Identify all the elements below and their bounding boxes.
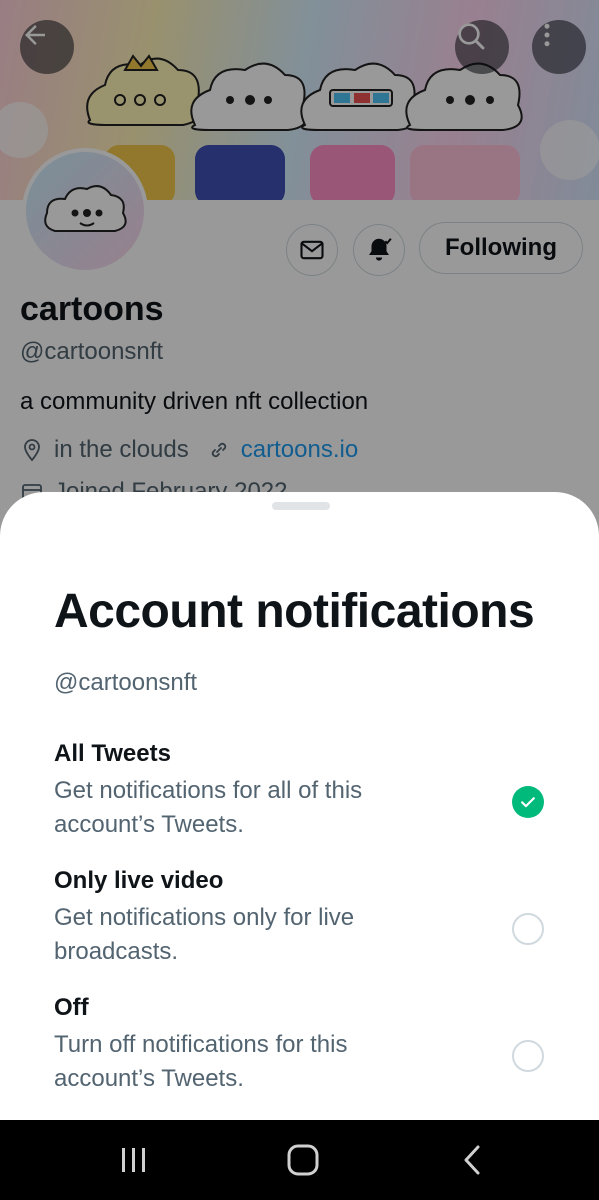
sheet-title: Account notifications (54, 585, 535, 638)
option-title: All Tweets (54, 740, 171, 767)
radio-off[interactable] (512, 1040, 544, 1072)
option-off[interactable]: Off Turn off notifications for this acco… (0, 994, 599, 1104)
sheet-handle: @cartoonsnft (54, 669, 198, 696)
option-title: Only live video (54, 867, 224, 894)
recents-button[interactable] (104, 1140, 164, 1180)
option-description: Turn off notifications for this account’… (54, 1031, 348, 1092)
option-all-tweets[interactable]: All Tweets Get notifications for all of … (0, 740, 599, 850)
nav-back-button[interactable] (442, 1140, 502, 1180)
option-title: Off (54, 994, 89, 1021)
radio-all-tweets[interactable] (512, 786, 544, 818)
home-icon (287, 1144, 319, 1176)
check-icon (521, 797, 535, 808)
option-description: Get notifications for all of this accoun… (54, 777, 363, 838)
option-description: Get notifications only for live broadcas… (54, 904, 355, 965)
system-navigation-bar (0, 1120, 599, 1200)
radio-only-live-video[interactable] (512, 913, 544, 945)
recents-icon (122, 1148, 145, 1172)
account-notifications-sheet: Account notifications @cartoonsnft All T… (0, 492, 599, 1120)
sheet-grabber[interactable] (272, 502, 330, 510)
option-only-live-video[interactable]: Only live video Get notifications only f… (0, 867, 599, 977)
nav-back-icon (464, 1145, 480, 1175)
home-button[interactable] (273, 1140, 333, 1180)
